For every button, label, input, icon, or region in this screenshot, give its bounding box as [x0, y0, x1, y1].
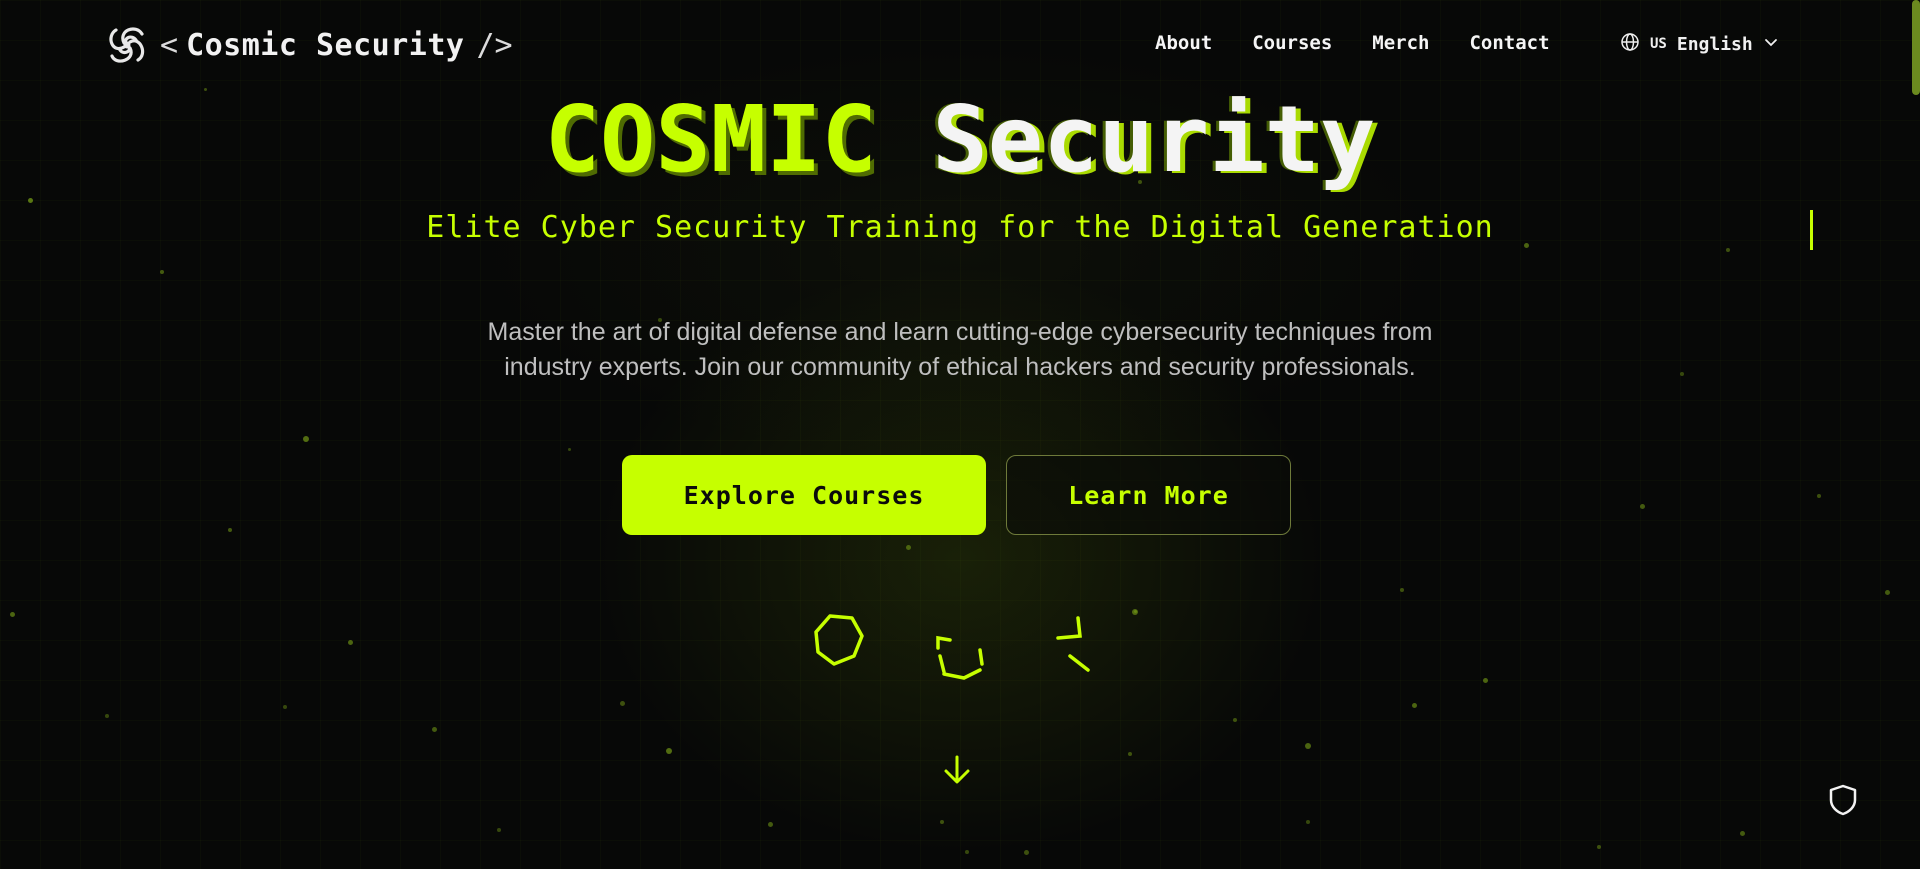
star-dot [1740, 831, 1745, 836]
star-dot [432, 727, 437, 732]
nav-about[interactable]: About [1155, 32, 1212, 54]
chevron-down-icon [1763, 34, 1779, 54]
star-dot [568, 448, 571, 451]
star-dot [1726, 248, 1730, 252]
logo-close-bracket: /> [476, 27, 513, 63]
star-dot [1024, 850, 1029, 855]
star-dot [348, 640, 353, 645]
spiral-galaxy-icon [102, 20, 152, 70]
star-dot [303, 436, 309, 442]
star-dot [1128, 752, 1132, 756]
hero-title-part1: COSMIC [544, 86, 877, 193]
shield-outline-icon [808, 610, 868, 674]
brand-name: Cosmic Security [186, 27, 465, 63]
hero-tagline: Elite Cyber Security Training for the Di… [426, 210, 1494, 245]
star-dot [1483, 678, 1488, 683]
star-dot [906, 545, 911, 550]
star-dot [1400, 588, 1404, 592]
flag-label: US [1650, 36, 1667, 52]
hero-title: COSMIC Security [0, 94, 1920, 186]
star-dot [1885, 590, 1890, 595]
star-dot [1412, 703, 1417, 708]
star-dot [228, 528, 232, 532]
globe-icon [1620, 32, 1640, 56]
star-dot [965, 850, 969, 854]
star-dot [28, 198, 33, 203]
star-dot [1680, 372, 1684, 376]
star-dot [1306, 820, 1310, 824]
hero-title-part2: Security [932, 86, 1376, 193]
star-dot [768, 822, 773, 827]
star-dot [1305, 743, 1311, 749]
nav-courses[interactable]: Courses [1252, 32, 1332, 54]
language-label: English [1676, 33, 1753, 55]
learn-more-button[interactable]: Learn More [1006, 455, 1291, 535]
star-dot [666, 748, 672, 754]
main-nav: About Courses Merch Contact [1155, 32, 1550, 54]
star-dot [620, 701, 625, 706]
explore-courses-button[interactable]: Explore Courses [622, 455, 986, 535]
star-dot [1817, 494, 1821, 498]
star-dot [497, 828, 501, 832]
star-dot [1134, 610, 1137, 613]
star-dot [1233, 718, 1237, 722]
star-dot [10, 612, 15, 617]
star-dot [940, 820, 944, 824]
hero-section: < Cosmic Security /> About Courses Merch… [0, 0, 1920, 869]
star-dot [283, 705, 287, 709]
nav-contact[interactable]: Contact [1469, 32, 1549, 54]
language-selector[interactable]: US English [1620, 32, 1779, 56]
scrollbar-thumb[interactable] [1912, 0, 1920, 95]
typing-cursor [1810, 210, 1813, 250]
star-dot [204, 88, 207, 91]
arrow-down-icon[interactable] [941, 754, 973, 790]
shield-icon[interactable] [1828, 784, 1858, 820]
logo-open-bracket: < [160, 27, 179, 63]
focus-brackets-icon [934, 634, 984, 688]
nav-merch[interactable]: Merch [1372, 32, 1429, 54]
hero-description: Master the art of digital defense and le… [487, 318, 1433, 381]
broken-shapes-icon [1054, 614, 1104, 678]
brand-logo[interactable]: < Cosmic Security /> [102, 20, 513, 70]
star-dot [1640, 504, 1645, 509]
star-dot [105, 714, 109, 718]
star-dot [160, 270, 164, 274]
star-dot [1597, 845, 1601, 849]
